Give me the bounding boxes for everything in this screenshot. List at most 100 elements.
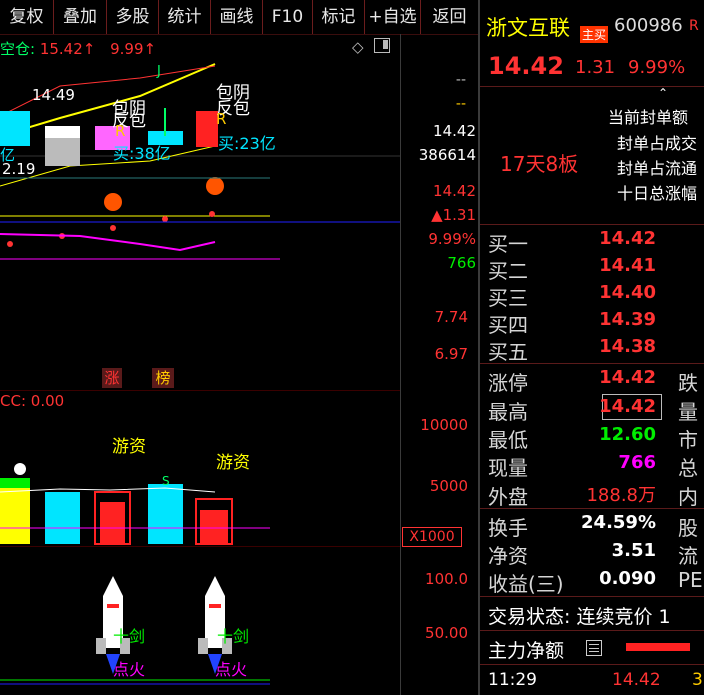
toolbar-huaxian[interactable]: 画线 (211, 0, 263, 34)
seal-line-4: 十日总涨幅 (617, 184, 698, 203)
stat-low-label: 最低 (488, 428, 528, 452)
dianhuo-label-1: 点火 (113, 660, 146, 679)
stock-name: 浙文互联 (486, 16, 570, 40)
quote-panel: 浙文互联 主买 600986 R 14.42 1.31 9.99% ⌃ 17天8… (478, 0, 704, 695)
bid-price-5[interactable]: 14.38 (584, 336, 656, 357)
rocket-chart (0, 576, 270, 685)
turnover-value: 24.59% (581, 512, 656, 533)
volume-bars[interactable] (0, 454, 400, 549)
shijian-label-1: 十剑 (113, 627, 146, 646)
indicator-lines (0, 221, 400, 260)
toolbar-f10[interactable]: F10 (263, 0, 313, 34)
toolbar-back[interactable]: 返回 (421, 0, 478, 34)
rocket-axis-50: 50.00 (425, 624, 468, 642)
price-label-219: 2.19 (2, 160, 36, 178)
stat2-right-1: 股 (678, 516, 698, 540)
vol-axis-5000: 5000 (429, 477, 468, 495)
main-buy-badge: 主买 (580, 26, 609, 43)
code-suffix: R (689, 18, 699, 34)
stat-outer-value: 188.8万 (586, 485, 656, 506)
tick-more: 3 (692, 670, 703, 690)
bid-label-2: 买二 (488, 259, 528, 283)
price-change: 1.31 (575, 57, 616, 78)
window-icon[interactable] (374, 38, 390, 53)
net-asset-value: 3.51 (611, 540, 656, 561)
toolbar-diejia[interactable]: 叠加 (54, 0, 107, 34)
stat-current-vol-value: 766 (618, 452, 656, 473)
tick-time: 11:29 (488, 670, 537, 690)
stat-limit-up-value: 14.42 (599, 367, 656, 388)
stock-code: 600986 (614, 15, 683, 36)
tick-price: 14.42 (612, 670, 661, 690)
stat-right-4: 总 (678, 456, 698, 480)
price-pct: 9.99% (628, 57, 686, 78)
stat-right-1: 跌 (678, 371, 698, 395)
axis-volume: 386614 (418, 146, 476, 164)
toolbar-tongji[interactable]: 统计 (159, 0, 211, 34)
sub-axis-766: 766 (447, 254, 476, 272)
diamond-icon[interactable]: ◇ (352, 38, 364, 56)
stat-right-3: 市 (678, 428, 698, 452)
buy-38-label: 买:38亿 (113, 144, 171, 163)
chart-area: 空仓: 15.42↑ 9.99↑ ◇ 14.49 亿 2.19 包阴 反包 包阴… (0, 34, 478, 695)
chevron-up-icon[interactable]: ⌃ (658, 86, 668, 100)
buy-23-label: 买:23亿 (218, 134, 276, 153)
sub-axis-774: 7.74 (434, 308, 468, 326)
main-net-label: 主力净额 (488, 640, 565, 662)
bid-price-3[interactable]: 14.40 (584, 282, 656, 303)
stat-high-value: 14.42 (599, 396, 656, 417)
bid-label-1: 买一 (488, 232, 528, 256)
sub-axis-131: ▲1.31 (431, 206, 476, 224)
price-label-1449: 14.49 (32, 86, 75, 104)
vol-axis-10000: 10000 (420, 416, 468, 434)
rocket-axis-100: 100.0 (425, 570, 468, 588)
turnover-label: 换手 (488, 516, 528, 540)
axis-dash-2: -- (455, 96, 466, 112)
sub-axis-1442: 14.42 (433, 182, 476, 200)
volume-header: CC: 0.00 (0, 392, 65, 410)
bid-label-5: 买五 (488, 340, 528, 364)
toolbar-duogu[interactable]: 多股 (107, 0, 159, 34)
r-mark-2: R (216, 110, 227, 128)
seal-line-2: 封单占成交 (617, 134, 698, 153)
stat-right-5: 内 (678, 485, 698, 509)
axis-dash-1: -- (455, 72, 466, 88)
r-mark-1: R (115, 122, 126, 140)
bid-price-1[interactable]: 14.42 (584, 228, 656, 249)
stat2-right-2: 流 (678, 544, 698, 568)
list-icon[interactable] (586, 640, 602, 656)
sub-axis-697: 6.97 (434, 345, 468, 363)
current-price: 14.42 (488, 52, 564, 80)
chart-toolbar: 复权 叠加 多股 统计 画线 F10 标记 +自选 返回 (0, 0, 478, 35)
tag-bang[interactable]: 榜 (152, 368, 174, 388)
toolbar-fuquan[interactable]: 复权 (0, 0, 54, 34)
stat-current-vol-label: 现量 (488, 456, 528, 480)
axis-price: 14.42 (433, 122, 476, 140)
seal-line-3: 封单占流通 (617, 159, 698, 178)
stat-limit-up-label: 涨停 (488, 371, 528, 395)
eps-value: 0.090 (599, 568, 656, 589)
bid-label-3: 买三 (488, 286, 528, 310)
stat-low-value: 12.60 (599, 424, 656, 445)
dianhuo-label-2: 点火 (215, 660, 248, 679)
shijian-label-2: 十剑 (217, 627, 250, 646)
tag-zhang[interactable]: 涨 (102, 368, 122, 388)
toolbar-biaoji[interactable]: 标记 (313, 0, 365, 34)
s-mark: S (162, 474, 170, 488)
net-asset-label: 净资 (488, 544, 528, 568)
board-count: 17天8板 (500, 152, 579, 176)
j-mark: J (157, 64, 161, 79)
bid-price-4[interactable]: 14.39 (584, 309, 656, 330)
sub-axis-999: 9.99% (428, 230, 476, 248)
trade-status: 交易状态: 连续竞价 1 (488, 606, 671, 628)
eps-label: 收益(三) (488, 572, 564, 596)
stat2-right-3: PE (678, 568, 703, 592)
toolbar-add-watchlist[interactable]: +自选 (365, 0, 421, 34)
stat-right-2: 量 (678, 400, 698, 424)
bid-price-2[interactable]: 14.41 (584, 255, 656, 276)
stat-high-label: 最高 (488, 400, 528, 424)
main-net-bar (626, 643, 690, 651)
bid-label-4: 买四 (488, 313, 528, 337)
stat-outer-label: 外盘 (488, 485, 528, 509)
vol-unit: X1000 (402, 527, 462, 547)
